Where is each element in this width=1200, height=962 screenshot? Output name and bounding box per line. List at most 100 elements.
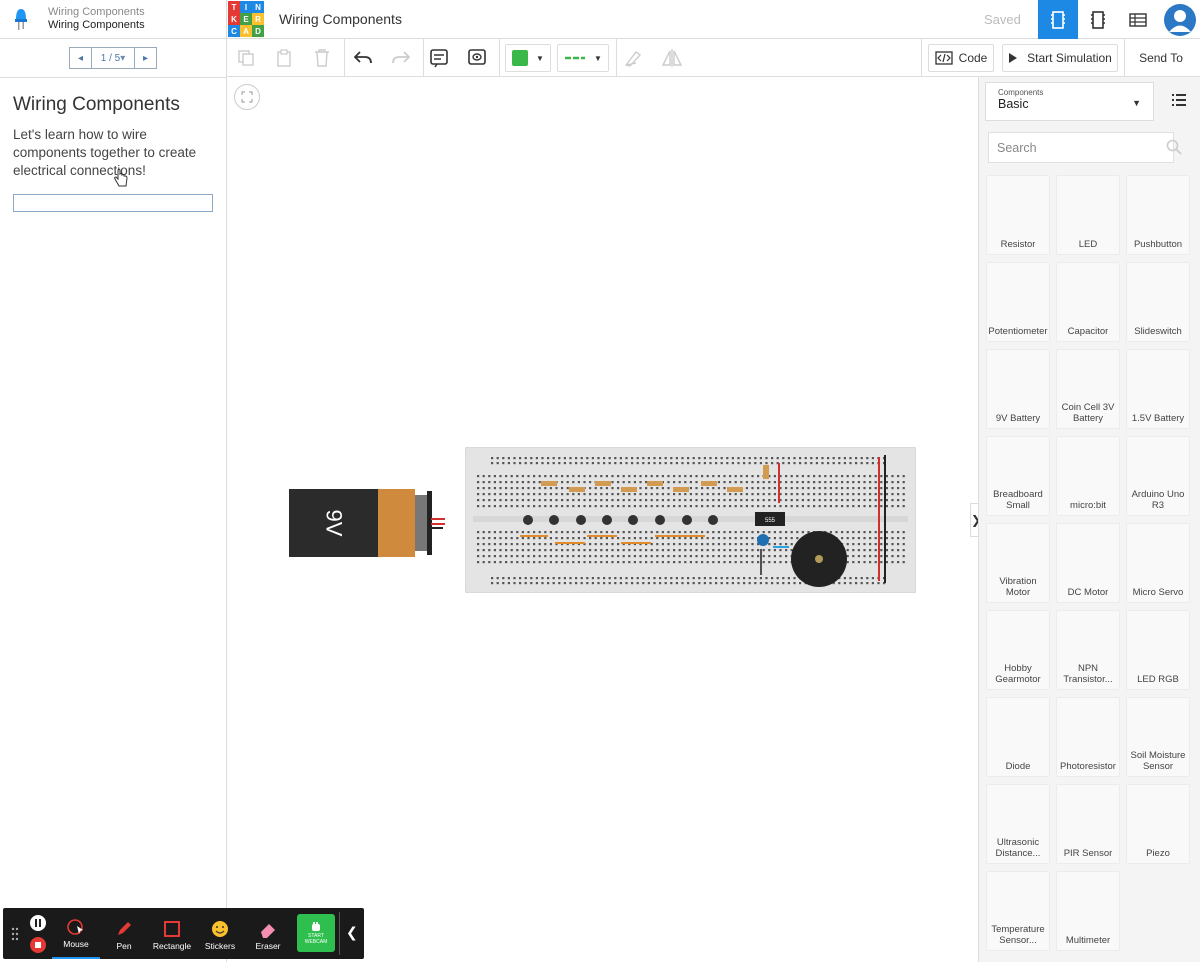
- send-to-button[interactable]: Send To: [1131, 44, 1191, 72]
- component-tile-label: Breadboard Small: [993, 490, 1043, 511]
- toolbar-divider: [921, 39, 922, 77]
- start-webcam-button[interactable]: START WEBCAM: [297, 914, 335, 952]
- lesson-breadcrumb-top[interactable]: Wiring Components: [48, 6, 145, 19]
- recorder-tool-label: Rectangle: [152, 941, 192, 951]
- component-tile[interactable]: 1.5V Battery: [1126, 349, 1190, 429]
- lesson-pager-row: ◂ 1 / 5 ▾ ▸: [0, 39, 226, 78]
- recorder-tool-mouse[interactable]: Mouse: [52, 908, 100, 959]
- circuit-canvas[interactable]: 9V 555: [227, 77, 978, 962]
- logo-letter: D: [252, 25, 264, 37]
- recorder-tool-eraser[interactable]: Eraser: [244, 908, 292, 959]
- component-tile[interactable]: NPN Transistor...: [1056, 610, 1120, 690]
- delete-button[interactable]: [311, 44, 333, 72]
- capacitor: [757, 534, 769, 546]
- step-selector[interactable]: 1 / 5 ▾: [91, 48, 135, 68]
- component-tile-label: NPN Transistor...: [1063, 664, 1113, 685]
- recorder-tool-label: Pen: [116, 941, 132, 951]
- zoom-to-fit-button[interactable]: [234, 84, 260, 110]
- toolbar-divider: [499, 39, 500, 77]
- chevron-left-icon[interactable]: ❮: [346, 924, 358, 941]
- schematic-view-button[interactable]: [1078, 0, 1118, 39]
- code-button[interactable]: Code: [928, 44, 994, 72]
- flip-button[interactable]: [659, 44, 685, 72]
- eye-note-icon: [468, 49, 486, 65]
- component-tile[interactable]: Photoresistor: [1056, 697, 1120, 777]
- schematic-view-icon: [1091, 10, 1105, 29]
- toggle-notes-visibility-button[interactable]: [465, 44, 489, 72]
- component-tile[interactable]: Breadboard Small: [986, 436, 1050, 516]
- components-category-select[interactable]: Components Basic ▼: [985, 82, 1154, 121]
- drag-handle-icon[interactable]: [11, 927, 19, 941]
- next-step-button[interactable]: ▸: [135, 48, 156, 68]
- design-title[interactable]: Wiring Components: [279, 11, 402, 27]
- component-tile[interactable]: Diode: [986, 697, 1050, 777]
- component-tile[interactable]: Temperature Sensor...: [986, 871, 1050, 951]
- notes-button[interactable]: [427, 44, 451, 72]
- mouse-cursor-icon: [67, 919, 83, 935]
- redo-button[interactable]: [389, 44, 413, 72]
- component-tile-label: Micro Servo: [1132, 587, 1184, 598]
- redo-icon: [392, 51, 410, 64]
- paste-button[interactable]: [273, 44, 295, 72]
- pen-icon: [118, 922, 131, 935]
- circuit-view-button[interactable]: [1038, 0, 1078, 39]
- component-tile[interactable]: Vibration Motor: [986, 523, 1050, 603]
- battery-9v[interactable]: 9V: [289, 488, 435, 558]
- note-icon: [430, 49, 448, 68]
- logo-letter: A: [240, 25, 252, 37]
- recorder-tool-rectangle[interactable]: Rectangle: [148, 908, 196, 959]
- prev-step-button[interactable]: ◂: [70, 48, 91, 68]
- rotate-button[interactable]: [621, 44, 645, 72]
- component-tile[interactable]: LED RGB: [1126, 610, 1190, 690]
- component-tile-label: Soil Moisture Sensor: [1130, 751, 1186, 772]
- wire-style-icon: [565, 56, 586, 60]
- component-tile[interactable]: Pushbutton: [1126, 175, 1190, 255]
- component-tile-label: DC Motor: [1067, 587, 1109, 598]
- component-tile[interactable]: LED: [1056, 175, 1120, 255]
- component-tile[interactable]: Micro Servo: [1126, 523, 1190, 603]
- copy-button[interactable]: [235, 44, 257, 72]
- component-tile[interactable]: Coin Cell 3V Battery: [1056, 349, 1120, 429]
- pause-recording-icon[interactable]: [29, 914, 47, 932]
- component-tile[interactable]: Soil Moisture Sensor: [1126, 697, 1190, 777]
- user-avatar[interactable]: [1160, 0, 1200, 39]
- top-bar: TINKERCAD Wiring Components Saved: [227, 0, 1200, 39]
- recorder-tool-pen[interactable]: Pen: [100, 908, 148, 959]
- component-tile-label: Capacitor: [1067, 326, 1109, 337]
- step-counter: 1 / 5: [100, 52, 121, 64]
- list-view-icon[interactable]: [1171, 93, 1187, 107]
- component-tile-label: LED: [1078, 239, 1098, 250]
- start-webcam-label: START WEBCAM: [304, 933, 328, 945]
- component-tile[interactable]: Ultrasonic Distance...: [986, 784, 1050, 864]
- component-tile[interactable]: 9V Battery: [986, 349, 1050, 429]
- undo-button[interactable]: [351, 44, 375, 72]
- logo-letter: N: [252, 1, 264, 13]
- start-simulation-button[interactable]: Start Simulation: [1002, 44, 1118, 72]
- components-category-label: Components: [998, 88, 1044, 97]
- component-tile[interactable]: Potentiometer: [986, 262, 1050, 342]
- wire-type-picker[interactable]: ▼: [557, 44, 609, 72]
- component-tile[interactable]: Piezo: [1126, 784, 1190, 864]
- component-list-button[interactable]: [1118, 0, 1158, 39]
- component-list-icon: [1129, 12, 1147, 27]
- components-search-input[interactable]: [988, 132, 1174, 163]
- lesson-pager: ◂ 1 / 5 ▾ ▸: [69, 47, 157, 69]
- component-tile[interactable]: micro:bit: [1056, 436, 1120, 516]
- component-tile[interactable]: Capacitor: [1056, 262, 1120, 342]
- component-tile[interactable]: Slideswitch: [1126, 262, 1190, 342]
- components-panel: Components Basic ▼ Resistor LED Pushbutton…: [978, 77, 1200, 962]
- component-tile[interactable]: Multimeter: [1056, 871, 1120, 951]
- component-tile[interactable]: DC Motor: [1056, 523, 1120, 603]
- recorder-tool-stickers[interactable]: Stickers: [196, 908, 244, 959]
- stop-recording-icon[interactable]: [29, 936, 47, 954]
- code-label: Code: [958, 51, 988, 65]
- tinkercad-logo[interactable]: TINKERCAD: [228, 1, 264, 37]
- breadboard[interactable]: 555: [465, 447, 916, 593]
- edit-toolbar: ▼ ▼ Code Start Simulation Send To: [227, 39, 1200, 77]
- wire-color-picker[interactable]: ▼: [505, 44, 551, 72]
- component-tile[interactable]: Resistor: [986, 175, 1050, 255]
- toolbar-divider: [344, 39, 345, 77]
- component-tile[interactable]: PIR Sensor: [1056, 784, 1120, 864]
- component-tile[interactable]: Arduino Uno R3: [1126, 436, 1190, 516]
- component-tile[interactable]: Hobby Gearmotor: [986, 610, 1050, 690]
